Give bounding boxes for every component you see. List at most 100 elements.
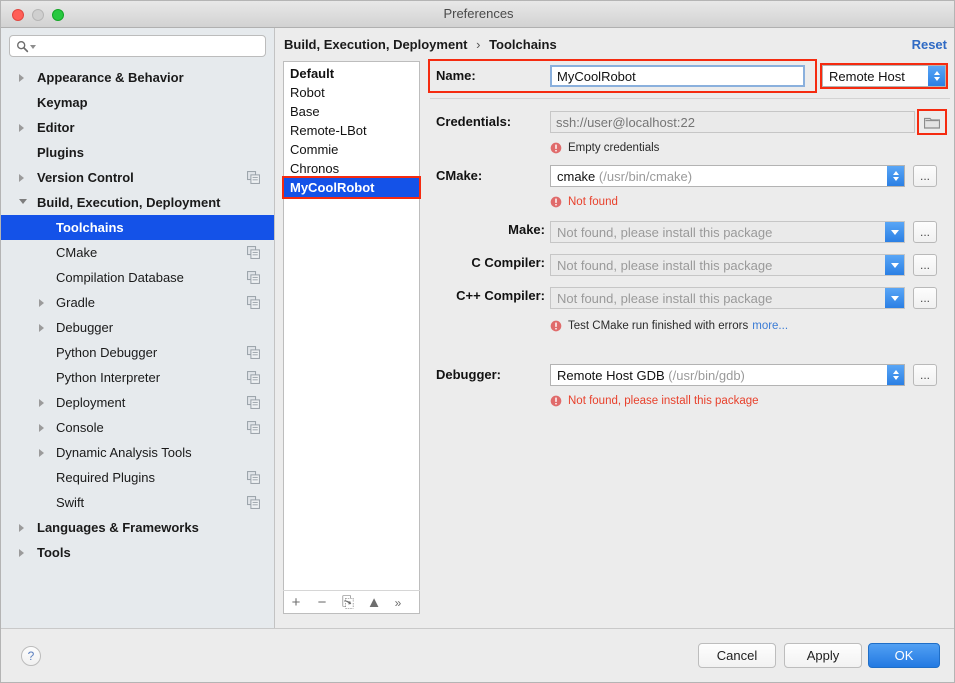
sidebar-item-label: Python Debugger xyxy=(56,345,158,360)
sidebar-item-tools[interactable]: Tools xyxy=(1,540,274,565)
add-toolchain-button[interactable]: + xyxy=(283,592,309,614)
credentials-input[interactable] xyxy=(550,111,915,133)
cancel-button[interactable]: Cancel xyxy=(698,643,776,668)
sidebar-item-debugger[interactable]: Debugger xyxy=(1,315,274,340)
sidebar-item-label: Version Control xyxy=(37,170,134,185)
sidebar-item-plugins[interactable]: Plugins xyxy=(1,140,274,165)
make-dropdown-button[interactable] xyxy=(885,222,904,242)
cpp-compiler-row: C++ Compiler: Not found, please install … xyxy=(430,281,950,314)
window-title: Preferences xyxy=(443,6,514,21)
chevron-up-icon xyxy=(892,171,899,175)
cmake-browse-button[interactable]: ... xyxy=(913,165,937,187)
make-label: Make: xyxy=(508,222,545,237)
window-titlebar: Preferences xyxy=(1,1,954,28)
twisty-right-icon[interactable] xyxy=(39,299,44,307)
cpp-compiler-dropdown-button[interactable] xyxy=(885,288,904,308)
cpp-compiler-dropdown[interactable]: Not found, please install this package xyxy=(550,287,905,309)
cmake-value-path: (/usr/bin/cmake) xyxy=(598,168,693,184)
sidebar-item-deployment[interactable]: Deployment xyxy=(1,390,274,415)
overflow-button[interactable]: » xyxy=(387,592,409,614)
sidebar-item-label: Deployment xyxy=(56,395,126,410)
cmake-run-error: Test CMake run finished with errors more… xyxy=(430,315,950,337)
toolchain-list[interactable]: Default Robot Base Remote-LBot Commie Chronos… xyxy=(282,62,421,199)
twisty-right-icon[interactable] xyxy=(19,174,24,182)
sidebar-item-keymap[interactable]: Keymap xyxy=(1,90,274,115)
cmake-stepper[interactable] xyxy=(887,166,904,186)
search-scope-chevron-down-icon[interactable] xyxy=(30,45,36,49)
cpp-compiler-browse-button[interactable]: ... xyxy=(913,287,937,309)
chevron-down-icon xyxy=(892,376,899,380)
cmake-value: cmake xyxy=(557,168,596,184)
debugger-dropdown[interactable]: Remote Host GDB (/usr/bin/gdb) xyxy=(550,364,905,386)
sidebar-item-version-control[interactable]: Version Control xyxy=(1,165,274,190)
sidebar-item-python-interpreter[interactable]: Python Interpreter xyxy=(1,365,274,390)
move-up-button[interactable]: ▲ xyxy=(361,592,387,614)
toolchain-item[interactable]: Default xyxy=(284,64,419,83)
ok-button[interactable]: OK xyxy=(868,643,940,668)
c-compiler-dropdown[interactable]: Not found, please install this package xyxy=(550,254,905,276)
search-input[interactable] xyxy=(38,36,262,58)
twisty-right-icon[interactable] xyxy=(39,324,44,332)
help-button[interactable]: ? xyxy=(21,646,41,666)
twisty-right-icon[interactable] xyxy=(19,124,24,132)
twisty-right-icon[interactable] xyxy=(19,74,24,82)
cmake-run-error-more-link[interactable]: more... xyxy=(752,320,788,332)
name-input[interactable] xyxy=(550,65,805,87)
twisty-right-icon[interactable] xyxy=(39,399,44,407)
toolchain-type-dropdown[interactable]: Remote Host xyxy=(820,63,948,89)
sidebar-item-swift[interactable]: Swift xyxy=(1,490,274,515)
sidebar-item-appearance-behavior[interactable]: Appearance & Behavior xyxy=(1,65,274,90)
name-row: Name: Remote Host xyxy=(428,59,950,93)
debugger-error: Not found, please install this package xyxy=(430,390,950,412)
toolchain-item[interactable]: Chronos xyxy=(284,159,419,178)
toolchain-item[interactable]: Remote-LBot xyxy=(284,121,419,140)
twisty-right-icon[interactable] xyxy=(19,549,24,557)
debugger-stepper[interactable] xyxy=(887,365,904,385)
twisty-right-icon[interactable] xyxy=(19,524,24,532)
dialog-button-bar: ? Cancel Apply OK xyxy=(1,628,954,682)
toolchain-item[interactable]: Base xyxy=(284,102,419,121)
sidebar-item-dynamic-analysis-tools[interactable]: Dynamic Analysis Tools xyxy=(1,440,274,465)
sidebar-item-python-debugger[interactable]: Python Debugger xyxy=(1,340,274,365)
cmake-ellipsis-label: ... xyxy=(919,169,930,183)
toolchain-list-panel: Default Robot Base Remote-LBot Commie Chronos… xyxy=(282,61,421,614)
twisty-right-icon[interactable] xyxy=(39,449,44,457)
debugger-error-text: Not found, please install this package xyxy=(568,395,759,407)
sidebar-item-build-execution-deployment[interactable]: Build, Execution, Deployment xyxy=(1,190,274,215)
make-browse-button[interactable]: ... xyxy=(913,221,937,243)
sidebar-item-compilation-database[interactable]: Compilation Database xyxy=(1,265,274,290)
copy-settings-icon xyxy=(247,421,260,434)
apply-button[interactable]: Apply xyxy=(784,643,862,668)
sidebar-item-label: Required Plugins xyxy=(56,470,156,485)
twisty-right-icon[interactable] xyxy=(39,424,44,432)
settings-sidebar: Appearance & Behavior Keymap Editor Plugins… xyxy=(1,28,275,630)
c-compiler-dropdown-button[interactable] xyxy=(885,255,904,275)
copy-settings-icon xyxy=(247,271,260,284)
make-dropdown[interactable]: Not found, please install this package xyxy=(550,221,905,243)
sidebar-item-gradle[interactable]: Gradle xyxy=(1,290,274,315)
sidebar-item-editor[interactable]: Editor xyxy=(1,115,274,140)
sidebar-item-label: Swift xyxy=(56,495,85,510)
debugger-browse-button[interactable]: ... xyxy=(913,364,937,386)
sidebar-item-languages-frameworks[interactable]: Languages & Frameworks xyxy=(1,515,274,540)
toolchain-item[interactable]: Robot xyxy=(284,83,419,102)
search-box[interactable] xyxy=(9,35,266,58)
credentials-browse-button[interactable] xyxy=(917,109,947,135)
c-compiler-browse-button[interactable]: ... xyxy=(913,254,937,276)
breadcrumb-parent[interactable]: Build, Execution, Deployment xyxy=(284,37,467,52)
cmake-dropdown[interactable]: cmake (/usr/bin/cmake) xyxy=(550,165,905,187)
sidebar-item-console[interactable]: Console xyxy=(1,415,274,440)
sidebar-item-required-plugins[interactable]: Required Plugins xyxy=(1,465,274,490)
reset-link[interactable]: Reset xyxy=(912,37,947,52)
remove-toolchain-button[interactable]: − xyxy=(309,592,335,614)
breadcrumb: Build, Execution, Deployment › Toolchain… xyxy=(284,37,557,52)
toolchain-item[interactable]: MyCoolRobot xyxy=(282,176,421,199)
copy-toolchain-button[interactable]: ⎘ xyxy=(335,592,361,614)
twisty-down-icon[interactable] xyxy=(19,199,27,204)
toolchain-item[interactable]: Commie xyxy=(284,140,419,159)
sidebar-item-cmake[interactable]: CMake xyxy=(1,240,274,265)
sidebar-item-label: Build, Execution, Deployment xyxy=(37,195,221,210)
toolchain-type-stepper[interactable] xyxy=(928,66,945,86)
sidebar-item-label: Toolchains xyxy=(56,220,124,235)
sidebar-item-toolchains[interactable]: Toolchains xyxy=(1,215,274,240)
